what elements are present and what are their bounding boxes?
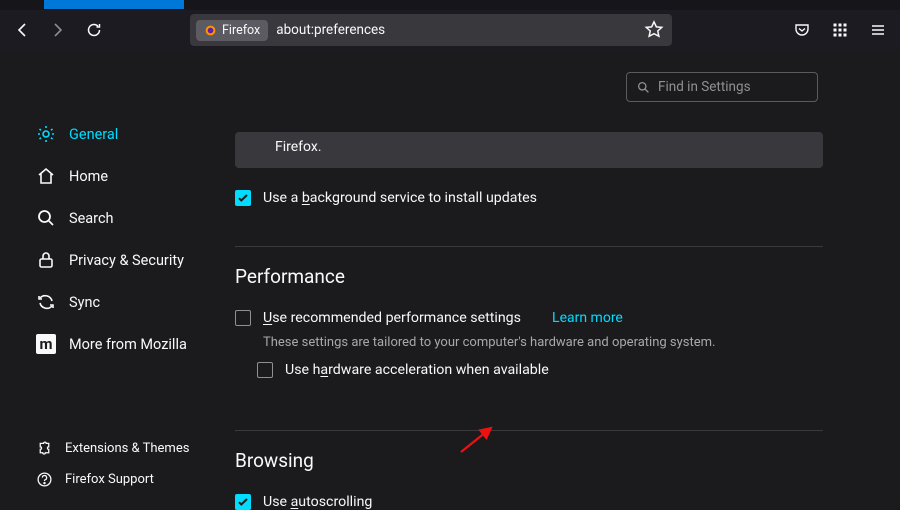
reload-button[interactable] (78, 14, 110, 46)
info-banner: Firefox. (235, 132, 823, 168)
sidebar-item-privacy[interactable]: Privacy & Security (36, 242, 235, 278)
autoscrolling-option: Use autoscrolling (235, 494, 840, 510)
window-tab-bar (0, 0, 900, 10)
app-grid-button[interactable] (824, 14, 856, 46)
identity-label: Firefox (222, 23, 260, 38)
sidebar-bottom-label: Extensions & Themes (65, 441, 189, 456)
sidebar-item-mozilla[interactable]: m More from Mozilla (36, 326, 235, 362)
sidebar-extensions-themes[interactable]: Extensions & Themes (36, 440, 189, 457)
autoscrolling-checkbox[interactable] (235, 494, 251, 510)
pocket-icon (794, 22, 810, 38)
home-icon (36, 166, 56, 186)
puzzle-icon (36, 440, 53, 457)
menu-icon (870, 22, 886, 38)
search-placeholder: Find in Settings (658, 79, 751, 95)
bookmark-star-button[interactable] (644, 20, 664, 40)
os-window-tab (44, 0, 184, 9)
url-text: about:preferences (276, 22, 385, 38)
browsing-heading: Browsing (235, 449, 840, 472)
sidebar-firefox-support[interactable]: Firefox Support (36, 471, 189, 488)
help-icon (36, 471, 53, 488)
background-service-checkbox[interactable] (235, 190, 251, 206)
hardware-accel-label: Use hardware acceleration when available (285, 362, 549, 378)
settings-main-pane: Find in Settings Firefox. Use a backgrou… (235, 50, 900, 500)
background-service-label: Use a background service to install upda… (263, 190, 537, 206)
banner-text-tail: Firefox. (275, 139, 322, 155)
sidebar-item-home[interactable]: Home (36, 158, 235, 194)
firefox-logo-icon (204, 24, 217, 37)
recommended-perf-option: Use recommended performance settings Lea… (235, 310, 840, 326)
sidebar-item-sync[interactable]: Sync (36, 284, 235, 320)
browser-toolbar: Firefox about:preferences (0, 10, 900, 50)
sidebar-item-general[interactable]: General (36, 116, 235, 152)
recommended-perf-label: Use recommended performance settings (263, 310, 521, 326)
lock-icon (36, 250, 56, 270)
star-icon (644, 20, 664, 40)
mozilla-icon: m (36, 334, 56, 354)
find-in-settings-input[interactable]: Find in Settings (626, 72, 818, 102)
sidebar-item-label: More from Mozilla (69, 336, 187, 353)
grid-icon (832, 22, 848, 38)
check-icon (237, 192, 249, 204)
pocket-button[interactable] (786, 14, 818, 46)
forward-button[interactable] (42, 14, 74, 46)
check-icon (237, 496, 249, 508)
background-service-option: Use a background service to install upda… (235, 190, 840, 206)
sidebar-item-label: Privacy & Security (69, 252, 184, 269)
sync-icon (36, 292, 56, 312)
performance-heading: Performance (235, 265, 840, 288)
sidebar-item-label: Sync (69, 294, 100, 311)
autoscrolling-label: Use autoscrolling (263, 494, 372, 510)
learn-more-link[interactable]: Learn more (552, 310, 623, 326)
search-icon (637, 81, 650, 94)
hamburger-menu-button[interactable] (862, 14, 894, 46)
sidebar-item-label: General (69, 126, 118, 143)
search-icon (36, 208, 56, 228)
section-divider (235, 246, 823, 247)
sidebar-item-search[interactable]: Search (36, 200, 235, 236)
perf-hint-text: These settings are tailored to your comp… (263, 335, 840, 350)
recommended-perf-checkbox[interactable] (235, 310, 251, 326)
section-divider (235, 430, 823, 431)
identity-box[interactable]: Firefox (196, 20, 268, 41)
sidebar-item-label: Home (69, 168, 108, 185)
hardware-accel-checkbox[interactable] (257, 362, 273, 378)
address-bar[interactable]: Firefox about:preferences (190, 14, 672, 46)
gear-icon (36, 124, 56, 144)
hardware-accel-option: Use hardware acceleration when available (257, 362, 840, 378)
back-button[interactable] (6, 14, 38, 46)
sidebar-bottom-label: Firefox Support (65, 472, 154, 487)
settings-sidebar: General Home Search Privacy & Security S… (0, 50, 235, 500)
sidebar-item-label: Search (69, 210, 114, 227)
